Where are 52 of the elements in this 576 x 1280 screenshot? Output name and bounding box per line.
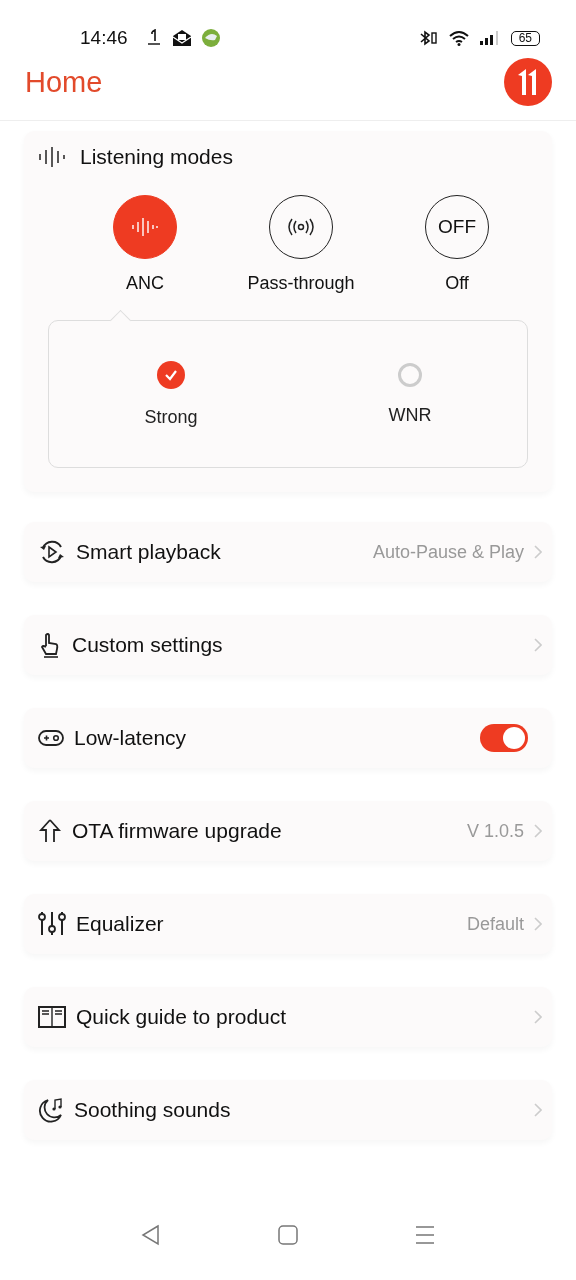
- home-icon[interactable]: [277, 1224, 299, 1246]
- back-icon[interactable]: [140, 1224, 162, 1246]
- play-cycle-icon: [38, 539, 66, 565]
- settings-row[interactable]: OTA firmware upgrade V 1.0.5: [24, 801, 552, 861]
- option-radio[interactable]: WNR: [388, 362, 432, 426]
- status-time: 14:46: [80, 27, 128, 49]
- setting-value: V 1.0.5: [466, 820, 524, 842]
- broadcast-icon: [286, 217, 316, 237]
- settings-row[interactable]: Soothing sounds: [24, 1080, 552, 1140]
- setting-label: Custom settings: [72, 633, 223, 657]
- bluetooth-icon: [418, 30, 439, 46]
- mail-icon: [171, 29, 192, 47]
- waveform-icon: [130, 216, 160, 238]
- page-title: Home: [25, 65, 103, 99]
- chevron-right-icon: [534, 545, 542, 559]
- brand-logo-icon[interactable]: [504, 58, 552, 106]
- gamepad-icon: [38, 729, 64, 747]
- setting-label: Equalizer: [76, 912, 164, 936]
- notification-icon: [145, 29, 162, 47]
- menu-icon[interactable]: [414, 1224, 436, 1246]
- setting-value: Default: [466, 913, 524, 935]
- chevron-right-icon: [534, 824, 542, 838]
- setting-label: Smart playback: [76, 540, 221, 564]
- mode-label: Pass-through: [247, 273, 355, 294]
- settings-row[interactable]: Equalizer Default: [24, 894, 552, 954]
- mode-label: Off: [445, 273, 469, 294]
- setting-value: Auto-Pause & Play: [372, 541, 524, 563]
- settings-row[interactable]: Custom settings: [24, 615, 552, 675]
- book-icon: [38, 1006, 66, 1028]
- sliders-icon: [38, 911, 66, 937]
- option-radio[interactable]: Strong: [144, 360, 198, 428]
- signal-icon: [478, 30, 501, 46]
- chevron-right-icon: [534, 1010, 542, 1024]
- wifi-icon: [448, 30, 469, 46]
- chevron-right-icon: [534, 917, 542, 931]
- app-icon: [201, 29, 220, 47]
- battery-level: 65: [510, 30, 540, 46]
- setting-label: OTA firmware upgrade: [72, 819, 282, 843]
- chevron-right-icon: [534, 1103, 542, 1117]
- moon-note-icon: [38, 1097, 64, 1123]
- settings-row[interactable]: Quick guide to product: [24, 987, 552, 1047]
- chevron-right-icon: [534, 638, 542, 652]
- toggle-switch[interactable]: [480, 724, 528, 752]
- section-title: Listening modes: [80, 145, 233, 169]
- up-arrow-icon: [38, 818, 62, 844]
- setting-label: Low-latency: [74, 726, 187, 750]
- setting-label: Soothing sounds: [74, 1098, 231, 1122]
- settings-row[interactable]: Low-latency: [24, 708, 552, 768]
- setting-label: Quick guide to product: [76, 1005, 287, 1029]
- mode-label: ANC: [126, 273, 164, 294]
- settings-row[interactable]: Smart playback Auto-Pause & Play: [24, 522, 552, 582]
- waveform-icon: [38, 146, 68, 168]
